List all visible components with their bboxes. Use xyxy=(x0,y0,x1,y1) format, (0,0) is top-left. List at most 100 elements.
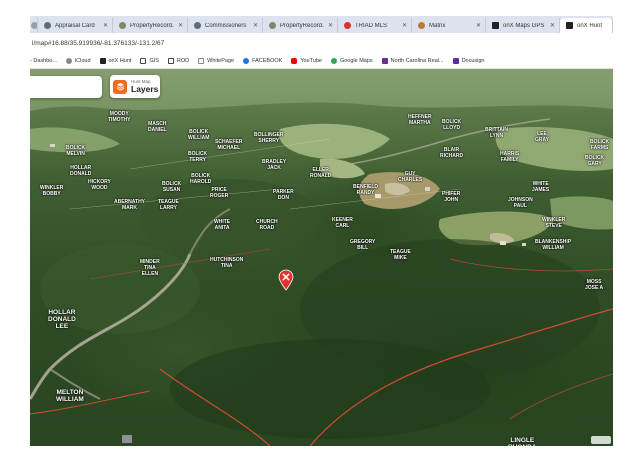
bookmark-label: Google Maps xyxy=(339,57,373,64)
parcel-owner-label[interactable]: BOLLINGER SHERRY xyxy=(254,132,283,144)
tab-property-record-1[interactable]: PropertyRecord.a ✕ xyxy=(113,18,188,33)
parcel-owner-label[interactable]: MINDER TINA ELLEN xyxy=(140,259,160,277)
parcel-owner-label[interactable]: ABERNATHY MARK xyxy=(114,199,145,211)
search-panel[interactable] xyxy=(30,76,102,98)
parcel-owner-label[interactable]: WHITE ANITA xyxy=(214,219,230,231)
parcel-owner-label[interactable]: ELLER RONALD xyxy=(310,167,331,179)
tab-label: TRIAD MLS xyxy=(355,22,388,29)
parcel-owner-label[interactable]: BOLICK TERRY xyxy=(188,151,207,163)
tab-label: onX Maps GPS H xyxy=(503,22,546,29)
close-icon[interactable]: ✕ xyxy=(402,22,407,29)
map-control-button[interactable] xyxy=(591,436,611,444)
parcel-owner-label[interactable]: BENFIELD RANDY xyxy=(353,184,378,196)
bookmark-google-maps[interactable]: Google Maps xyxy=(330,57,373,64)
county-seal-icon xyxy=(119,22,126,29)
parcel-owner-label[interactable]: MELTON WILLIAM xyxy=(56,389,84,403)
close-icon[interactable]: ✕ xyxy=(103,22,108,29)
parcel-owner-label[interactable]: WINKLER BOBBY xyxy=(40,185,63,197)
parcel-owner-label[interactable]: HOLLAR DONALD xyxy=(70,165,91,177)
docusign-icon xyxy=(452,57,459,64)
tab-onx-hunt[interactable]: onX Hunt xyxy=(560,18,613,33)
parcel-owner-label[interactable]: JOHNSON PAUL xyxy=(508,197,533,209)
tab-label: PropertyRecord.a xyxy=(130,22,174,29)
parcel-owner-label[interactable]: BRITTAIN LYNN xyxy=(485,127,508,139)
parcel-owner-label[interactable]: BOLICK MELVIN xyxy=(66,145,85,157)
close-icon[interactable]: ✕ xyxy=(328,22,333,29)
parcel-owner-label[interactable]: BOLICK FARMS xyxy=(590,139,609,151)
parcel-owner-label[interactable]: WHITE JAMES xyxy=(532,181,549,193)
tab-commissioners[interactable]: Commissioners ✕ xyxy=(188,18,263,33)
parcel-owner-label[interactable]: HOLLAR DONALD LEE xyxy=(48,309,76,330)
bookmark-onx-hunt[interactable]: onX Hunt xyxy=(99,57,131,64)
bookmark-youtube[interactable]: YouTube xyxy=(291,57,322,64)
close-icon[interactable]: ✕ xyxy=(476,22,481,29)
parcel-owner-label[interactable]: BLAIR RICHARD xyxy=(440,147,463,159)
parcel-owner-label[interactable]: SCHAEFER MICHAEL xyxy=(215,139,243,151)
globe-icon xyxy=(44,22,51,29)
tab-appraisal-card[interactable]: Appraisal Card ✕ xyxy=(38,18,113,33)
tab-label: onX Hunt xyxy=(577,22,603,29)
location-marker-icon[interactable] xyxy=(278,269,294,291)
browser-window: Appraisal Card ✕ PropertyRecord.a ✕ Comm… xyxy=(30,16,613,446)
parcel-owner-label[interactable]: GUY CHARLES xyxy=(398,171,422,183)
tab-0[interactable] xyxy=(30,18,38,33)
bookmark-facebook[interactable]: FACEBOOK xyxy=(243,57,282,64)
parcel-owner-label[interactable]: TEAGUE LARRY xyxy=(158,199,179,211)
tab-label: PropertyRecord.a xyxy=(280,22,324,29)
parcel-owner-label[interactable]: WINKLER STEVE xyxy=(542,217,565,229)
parcel-owner-label[interactable]: BLANKENSHIP WILLIAM xyxy=(535,239,571,251)
parcel-owner-label[interactable]: BOLICK LLOYD xyxy=(442,119,461,131)
parcel-owner-label[interactable]: MOSS JOSE A xyxy=(585,279,603,291)
parcel-owner-label[interactable]: BOLICK SUSAN xyxy=(162,181,181,193)
bookmark-whitepage[interactable]: WhitePage xyxy=(198,57,234,64)
onx-icon xyxy=(492,22,499,29)
parcel-owner-label[interactable]: HEFFNER MARTHA xyxy=(408,114,432,126)
bookmark-label: YouTube xyxy=(300,57,322,64)
tab-matrix[interactable]: Matrix ✕ xyxy=(412,18,486,33)
parcel-owner-label[interactable]: MOODY TIMOTHY xyxy=(108,111,131,123)
tab-onx-maps-gps[interactable]: onX Maps GPS H ✕ xyxy=(486,18,560,33)
bookmark-dashboard[interactable]: - Dashbo... xyxy=(30,58,57,64)
parcel-owner-label[interactable]: BOLICK GARY xyxy=(585,155,604,167)
bookmark-gis[interactable]: GIS xyxy=(140,57,159,64)
parcel-owner-label[interactable]: LINGLE RHONDA xyxy=(508,437,537,446)
parcel-owner-label[interactable]: HARRIS FAMILY xyxy=(500,151,519,163)
parcel-owner-label[interactable]: BOLICK HAROLD xyxy=(190,173,211,185)
close-icon[interactable]: ✕ xyxy=(550,22,555,29)
bookmark-rod[interactable]: ROD xyxy=(167,57,189,64)
parcel-owner-label[interactable]: PRICE ROGER xyxy=(210,187,228,199)
triad-icon xyxy=(344,22,351,29)
parcel-owner-label[interactable]: PHIFER JOHN xyxy=(442,191,460,203)
parcel-owner-label[interactable]: GREGORY BILL xyxy=(350,239,375,251)
parcel-owner-label[interactable]: BOLICK WILLIAM xyxy=(188,129,209,141)
google-maps-icon xyxy=(330,57,337,64)
parcel-owner-label[interactable]: CHURCH ROAD xyxy=(256,219,278,231)
matrix-icon xyxy=(418,22,425,29)
parcel-owner-label[interactable]: LEE GRAY xyxy=(535,131,549,143)
parcel-owner-label[interactable]: BRADLEY JACK xyxy=(262,159,286,171)
bookmark-docusign[interactable]: Docusign xyxy=(452,57,485,64)
tab-property-record-2[interactable]: PropertyRecord.a ✕ xyxy=(263,18,338,33)
parcel-owner-label[interactable]: HUTCHINSON TINA xyxy=(210,257,243,269)
layers-button[interactable]: Hunt Map Layers xyxy=(110,75,160,98)
close-icon[interactable]: ✕ xyxy=(178,22,183,29)
tab-label: Appraisal Card xyxy=(55,22,95,29)
parcel-owner-label[interactable]: KEENER CARL xyxy=(332,217,353,229)
bookmark-icloud[interactable]: iCloud xyxy=(65,57,91,64)
parcel-owner-label[interactable]: MASCH DANIEL xyxy=(148,121,167,133)
bookmark-nc-realtors[interactable]: North Carolina Real... xyxy=(381,57,444,64)
address-bar[interactable]: l/map#16.88/35.919936/-81.376133/-131.2/… xyxy=(30,33,613,53)
parcel-owner-label[interactable]: HICKORY WOOD xyxy=(88,179,111,191)
onx-icon xyxy=(99,57,106,64)
close-icon[interactable]: ✕ xyxy=(253,22,258,29)
terrain-layer xyxy=(30,69,613,446)
tab-label: Commissioners xyxy=(205,22,247,29)
apple-icon xyxy=(65,57,72,64)
satellite-map[interactable]: MOODY TIMOTHY MASCH DANIEL BOLICK WILLIAM S… xyxy=(30,69,613,446)
tab-triad-mls[interactable]: TRIAD MLS ✕ xyxy=(338,18,412,33)
parcel-owner-label[interactable]: TEAGUE MIKE xyxy=(390,249,411,261)
folder-icon xyxy=(167,57,174,64)
url-text: l/map#16.88/35.919936/-81.376133/-131.2/… xyxy=(32,39,165,47)
youtube-icon xyxy=(291,57,298,64)
parcel-owner-label[interactable]: PARKER DON xyxy=(273,189,294,201)
